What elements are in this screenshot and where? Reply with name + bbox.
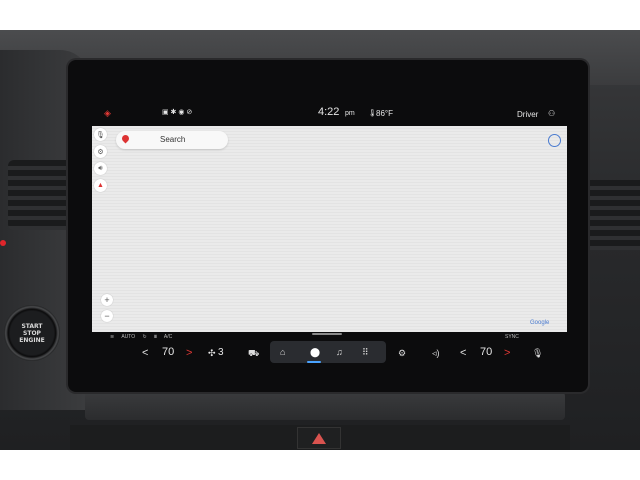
- start-label: START: [21, 322, 43, 330]
- profile-name[interactable]: Driver: [517, 110, 538, 119]
- zoom-in-button[interactable]: +: [101, 294, 113, 306]
- map-view[interactable]: [92, 126, 567, 332]
- defrost-icon[interactable]: ⩩: [154, 334, 157, 340]
- map-side-controls: 🎙︎ ⚙ 🔊︎ ▲: [94, 128, 108, 196]
- microphone-icon[interactable]: 🎙︎: [94, 128, 107, 141]
- compass-icon[interactable]: ▲: [94, 179, 107, 192]
- dashboard-lower-trim: [85, 392, 565, 420]
- apps-icon[interactable]: ⠿: [362, 347, 369, 358]
- notification-icon[interactable]: ◈: [104, 108, 111, 119]
- stop-label: STOP: [23, 329, 41, 337]
- mode-ac[interactable]: A/C: [164, 334, 172, 340]
- speaker-icon[interactable]: ◃): [432, 348, 440, 359]
- engine-label: ENGINE: [19, 336, 45, 344]
- fan-level: 3: [218, 347, 224, 358]
- start-stop-engine-button[interactable]: START STOP ENGINE: [4, 305, 60, 361]
- map-search-bar[interactable]: Search: [116, 131, 228, 149]
- right-temperature: 70: [480, 346, 493, 358]
- volume-icon[interactable]: 🔊︎: [94, 162, 107, 175]
- navigation-icon[interactable]: ⬤: [310, 347, 320, 358]
- fan-icon[interactable]: ✣: [208, 348, 216, 359]
- settings-icon[interactable]: ⚙: [94, 145, 107, 158]
- mode-auto[interactable]: AUTO: [121, 334, 135, 340]
- hazard-button[interactable]: [297, 427, 341, 449]
- indicator-led: [0, 240, 6, 246]
- clock-time: 4:22: [318, 106, 340, 118]
- hazard-icon: [312, 432, 326, 444]
- left-temp-down-button[interactable]: <: [142, 347, 148, 359]
- right-air-vent: [590, 180, 640, 250]
- main-app-group: ⌂ ⬤ ♫ ⠿: [270, 341, 386, 363]
- left-temp-up-button[interactable]: >: [186, 347, 192, 359]
- climate-mode-row: ≋ AUTO ↻ ⩩ A/C: [110, 334, 178, 340]
- account-icon[interactable]: [548, 134, 561, 147]
- outside-temperature: 86°F: [376, 109, 393, 118]
- right-temp-up-button[interactable]: >: [504, 347, 510, 359]
- status-bar: ◈ ▣ ✱ ◉ ⊘ 4:22 pm 🌡︎ 86°F Driver ⚇: [92, 102, 568, 126]
- zoom-out-button[interactable]: −: [101, 310, 113, 322]
- zoom-controls: + −: [101, 294, 115, 326]
- sync-label[interactable]: SYNC: [505, 334, 519, 340]
- user-icon[interactable]: ⚇: [548, 109, 555, 118]
- active-app-indicator: [307, 361, 321, 363]
- left-air-vent: [8, 160, 72, 230]
- clock-meridiem: pm: [345, 110, 355, 117]
- car-icon[interactable]: ⛟: [248, 348, 259, 360]
- search-placeholder: Search: [160, 135, 186, 144]
- recirc-icon[interactable]: ↻: [143, 334, 147, 340]
- home-icon[interactable]: ⌂: [280, 347, 285, 357]
- connectivity-icons: ▣ ✱ ◉ ⊘: [162, 109, 193, 116]
- seat-heat-icon[interactable]: ≋: [110, 334, 114, 340]
- music-icon[interactable]: ♫: [336, 347, 343, 357]
- google-attribution: Google: [530, 320, 550, 326]
- gear-icon[interactable]: ⚙: [398, 348, 406, 359]
- left-temperature: 70: [162, 346, 175, 358]
- bottom-dock: ≋ AUTO ↻ ⩩ A/C SYNC < 70 > ✣ 3 ⛟ ⌂ ⬤ ♫ ⠿…: [92, 332, 568, 372]
- mic-icon[interactable]: 🎙︎: [532, 348, 543, 359]
- right-temp-down-button[interactable]: <: [460, 347, 466, 359]
